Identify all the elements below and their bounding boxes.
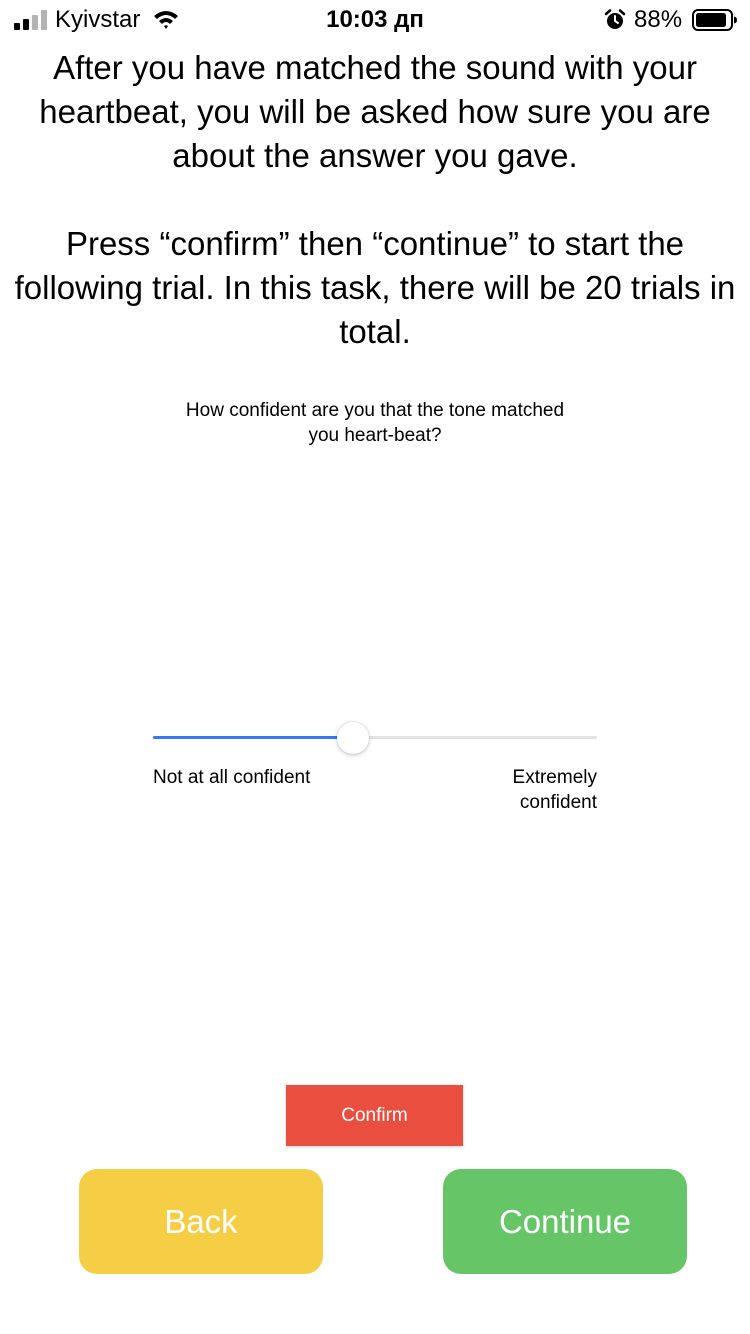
slider-thumb[interactable] <box>337 722 369 754</box>
confidence-slider[interactable] <box>153 722 597 754</box>
alarm-icon <box>604 9 626 29</box>
continue-button[interactable]: Continue <box>443 1169 687 1274</box>
status-bar: Kyivstar 10:03 дп 88% <box>0 0 750 40</box>
slider-fill <box>153 736 353 739</box>
instructions: After you have matched the sound with yo… <box>0 46 750 398</box>
slider-min-label: Not at all confident <box>153 767 311 788</box>
back-button[interactable]: Back <box>79 1169 323 1274</box>
instruction-paragraph: Press “confirm” then “continue” to start… <box>14 225 736 350</box>
slider-max-label: Extremely confident <box>512 767 597 813</box>
battery-percent: 88% <box>634 6 683 33</box>
screen: Kyivstar 10:03 дп 88% After you have mat… <box>0 0 750 1334</box>
confidence-question: How confident are you that the tone matc… <box>185 400 565 446</box>
battery-icon <box>692 9 737 31</box>
instruction-paragraph: After you have matched the sound with yo… <box>39 49 711 174</box>
confirm-button[interactable]: Confirm <box>286 1085 463 1146</box>
